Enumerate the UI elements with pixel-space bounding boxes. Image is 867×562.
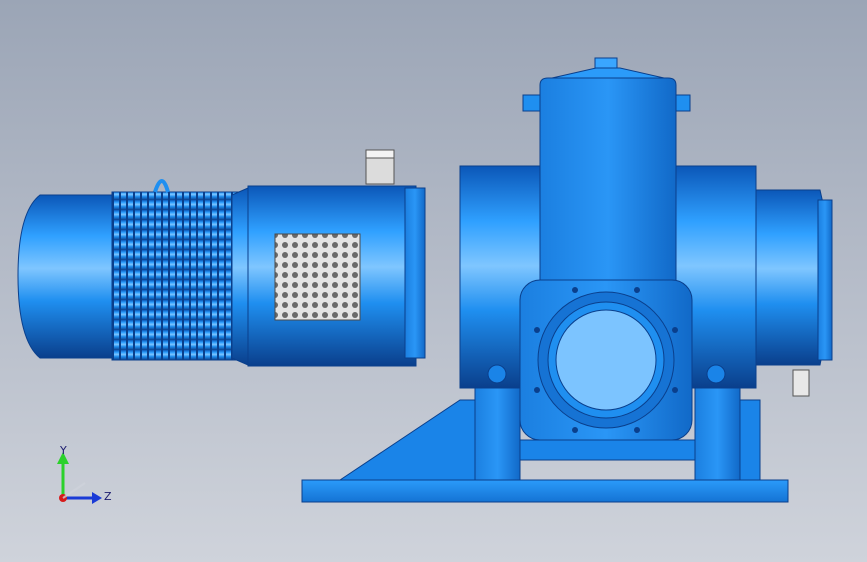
inlet-tower (522, 57, 691, 301)
axis-triad-icon (57, 452, 102, 504)
motor (17, 179, 249, 366)
outlet-flange (519, 279, 693, 441)
coupling-housing (247, 149, 426, 367)
y-axis-label: Y (60, 444, 67, 457)
cad-viewport[interactable]: Y Z (0, 0, 867, 562)
z-axis-label: Z (104, 490, 112, 503)
pump-model[interactable] (0, 0, 867, 562)
axis-triad: Y Z (40, 438, 120, 518)
